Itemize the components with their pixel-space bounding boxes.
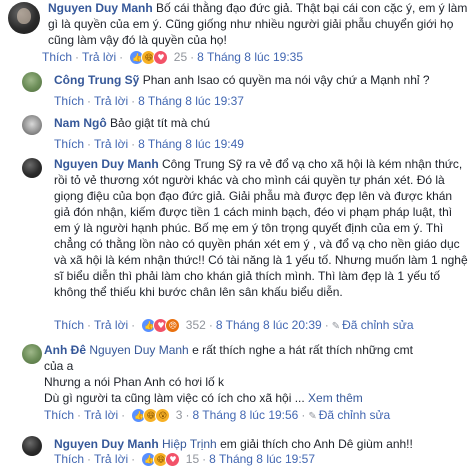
reply-button[interactable]: Trả lời xyxy=(94,318,128,332)
comment-text-line: Dù gì người ta cũng làm việc có ích cho … xyxy=(44,391,305,405)
like-button[interactable]: Thích xyxy=(42,50,72,64)
comment-text-line: của a xyxy=(44,359,74,373)
comment-body: Nguyen Duy Manh Hiệp Trịnh em giải thích… xyxy=(54,436,470,452)
avatar[interactable] xyxy=(22,115,42,135)
comment-time[interactable]: 8 Tháng 8 lúc 19:49 xyxy=(138,137,244,151)
reaction-icons[interactable]: 👍 😆 ♥ xyxy=(141,452,181,467)
avatar[interactable] xyxy=(22,158,42,178)
comment-time[interactable]: 8 Tháng 8 lúc 19:37 xyxy=(138,94,244,108)
reaction-count: 15 xyxy=(185,452,200,466)
avatar[interactable] xyxy=(22,436,42,456)
comment-time[interactable]: 8 Tháng 8 lúc 19:57 xyxy=(209,452,315,466)
reaction-icons[interactable]: 👍 😆 😮 xyxy=(131,408,171,424)
wow-reaction-icon: 😮 xyxy=(155,408,171,424)
comment-actions: Thích · Trả lời · 👍 ♥ 😠 352 · 8 Tháng 8 lúc 20:… xyxy=(54,318,414,334)
comment-body: Nguyen Duy Manh Công Trung Sỹ ra vẻ đổ v… xyxy=(54,156,470,300)
like-button[interactable]: Thích xyxy=(54,137,84,151)
comment-text: Phan anh lsao có quyền ma nói vậy chứ a … xyxy=(142,73,430,87)
like-button[interactable]: Thích xyxy=(54,452,84,466)
like-button[interactable]: Thích xyxy=(54,318,84,332)
comment-author[interactable]: Nguyen Duy Manh xyxy=(48,1,153,15)
comment-actions: Thích · Trả lời · 8 Tháng 8 lúc 19:37 xyxy=(54,94,244,108)
comment-author[interactable]: Công Trung Sỹ xyxy=(54,73,139,87)
reply-button[interactable]: Trả lời xyxy=(94,94,128,108)
comment-text: Công Trung Sỹ ra vẻ đổ vạ cho xã hội là … xyxy=(162,157,432,171)
comment-time[interactable]: 8 Tháng 8 lúc 20:39 xyxy=(216,318,322,332)
comment-actions: Thích · Trả lời · 👍 😆 😮 3 · 8 Tháng 8 lúc 19:56… xyxy=(44,408,391,424)
reply-button[interactable]: Trả lời xyxy=(82,50,116,64)
reaction-count: 352 xyxy=(185,318,206,332)
edited-label[interactable]: Đã chỉnh sửa xyxy=(319,408,390,422)
reply-button[interactable]: Trả lời xyxy=(94,137,128,151)
love-reaction-icon: ♥ xyxy=(153,50,169,66)
mention-link[interactable]: Nguyen Duy Manh xyxy=(89,343,188,357)
comment-body: Nam Ngô Bảo giật tít mà chú xyxy=(54,115,469,131)
reply-button[interactable]: Trả lời xyxy=(84,408,118,422)
comment-text: em giải thích cho Anh Dê giùm anh!! xyxy=(220,437,413,451)
comment-author[interactable]: Nam Ngô xyxy=(54,116,107,130)
edited-label[interactable]: Đã chỉnh sửa xyxy=(342,318,413,332)
comment-text: Bảo giật tít mà chú xyxy=(110,116,211,130)
comment-author[interactable]: Nguyen Duy Manh xyxy=(54,437,159,451)
comment-text-line: Nhưng a nói Phan Anh có hơi lố k xyxy=(44,375,225,389)
comment-body: Công Trung Sỹ Phan anh lsao có quyền ma … xyxy=(54,72,469,88)
comment-actions: Thích · Trả lời · 👍 😆 ♥ 25 · 8 Tháng 8 lúc 19:3… xyxy=(42,50,304,66)
edit-icon: ✎ xyxy=(331,321,341,332)
comment-text-rest: thức, rồi tỏ vẻ thương xót người khác và… xyxy=(54,157,468,299)
like-button[interactable]: Thích xyxy=(44,408,74,422)
comment-body: Nguyen Duy Manh Bố cái thằng đạo đức giả… xyxy=(48,0,468,48)
comment-author[interactable]: Anh Đê xyxy=(44,343,86,357)
reaction-count: 25 xyxy=(173,50,188,64)
reply-button[interactable]: Trả lời xyxy=(94,452,128,466)
comment-author[interactable]: Nguyen Duy Manh xyxy=(54,157,159,171)
avatar[interactable] xyxy=(8,2,40,34)
comment-actions: Thích · Trả lời · 8 Tháng 8 lúc 19:49 xyxy=(54,137,244,151)
comment-time[interactable]: 8 Tháng 8 lúc 19:35 xyxy=(197,50,303,64)
comment-actions: Thích · Trả lời · 👍 😆 ♥ 15 · 8 Tháng 8 lúc 19:5… xyxy=(54,452,316,467)
comment-text: e rất thích nghe a hát rất thích những c… xyxy=(192,343,413,357)
comment-body: Anh Đê Nguyen Duy Manh e rất thích nghe … xyxy=(44,342,469,406)
comment-time[interactable]: 8 Tháng 8 lúc 19:56 xyxy=(192,408,298,422)
reaction-icons[interactable]: 👍 😆 ♥ xyxy=(129,50,169,66)
avatar[interactable] xyxy=(22,344,42,364)
reaction-count: 3 xyxy=(175,408,183,422)
avatar[interactable] xyxy=(22,72,42,92)
edit-icon: ✎ xyxy=(308,411,317,422)
mention-link[interactable]: Hiệp Trịnh xyxy=(162,437,217,451)
like-button[interactable]: Thích xyxy=(54,94,84,108)
reaction-icons[interactable]: 👍 ♥ 😠 xyxy=(141,318,181,334)
comment-text: Bố cái thằng đạo đức giả. Thật bại cái c… xyxy=(156,1,436,15)
angry-reaction-icon: 😠 xyxy=(165,318,181,334)
see-more-link[interactable]: Xem thêm xyxy=(308,391,363,405)
love-reaction-icon: ♥ xyxy=(165,452,181,467)
